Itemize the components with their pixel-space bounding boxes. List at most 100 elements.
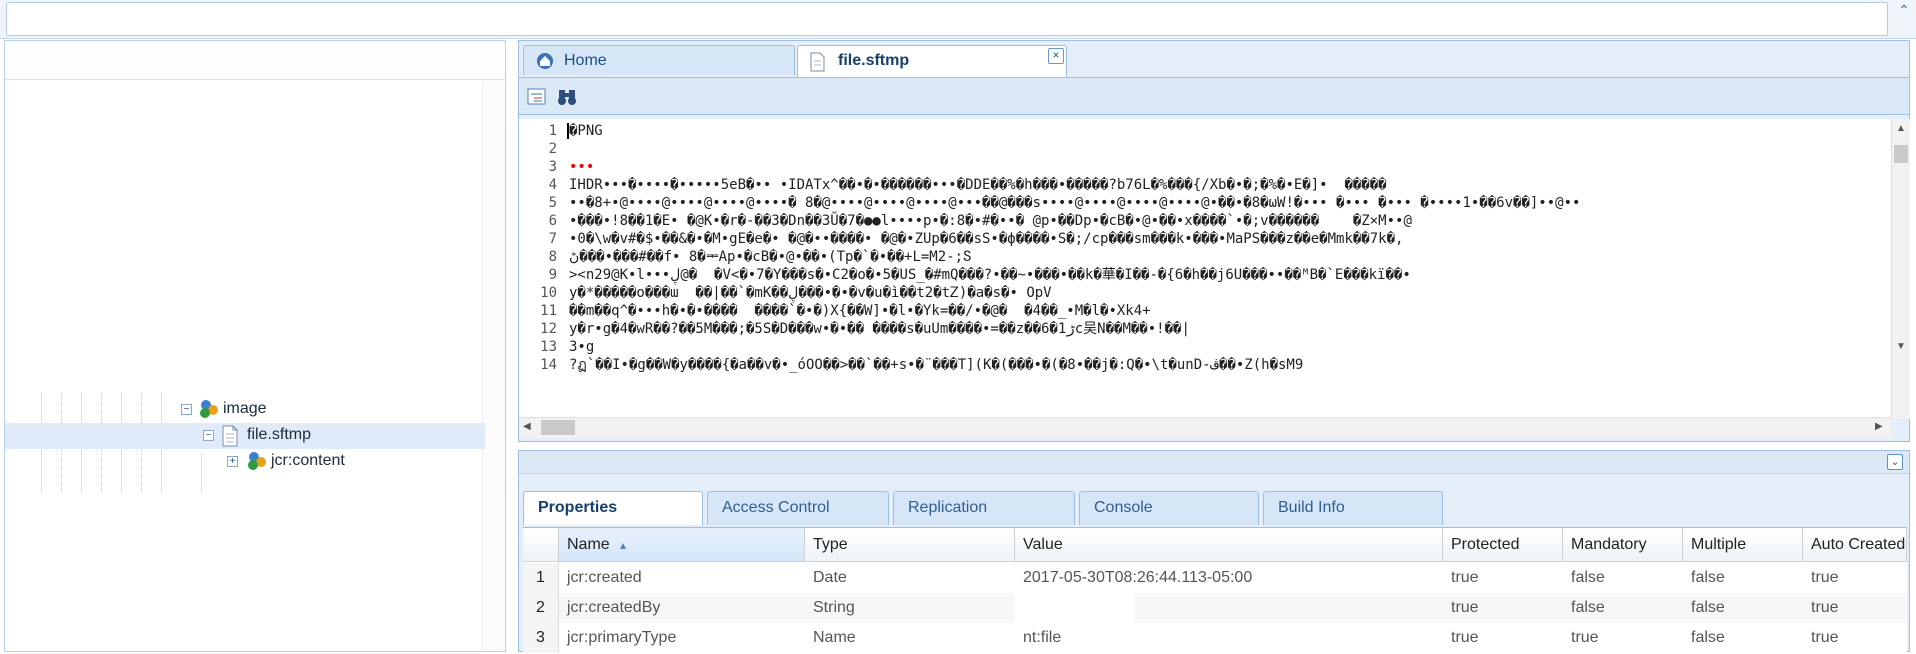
cell-protected: true (1443, 623, 1563, 653)
cell-mandatory: true (1563, 623, 1683, 653)
line-number: 7 (519, 231, 557, 247)
scroll-down-arrow-icon[interactable]: ▼ (1896, 341, 1906, 352)
code-line: ><n29@K•l•••ڸ@� �V<�•7�Y���s�•C2�o�•5… (569, 267, 1411, 283)
tree-node-jcr-content[interactable]: + jcr:content (5, 449, 485, 475)
line-number: 9 (519, 267, 557, 283)
row-number-header (523, 528, 559, 562)
cell-multiple: false (1683, 563, 1803, 593)
tab-label: file.sftmp (838, 52, 909, 70)
properties-panel: ⌄ Properties Access Control Replication … (518, 450, 1910, 652)
code-horizontal-scrollbar[interactable]: ◀ ▶ (519, 417, 1891, 438)
column-header-label: Name (567, 536, 610, 553)
column-header-type[interactable]: Type (805, 528, 1015, 562)
column-header-protected[interactable]: Protected (1443, 528, 1563, 562)
node-folder-icon (245, 450, 269, 472)
row-number: 3 (523, 623, 559, 653)
code-line: 3•g (569, 339, 594, 355)
top-bar: ⌃ (0, 0, 1916, 39)
tab-build-info[interactable]: Build Info (1263, 491, 1443, 525)
line-number: 1 (519, 123, 557, 139)
tab-console[interactable]: Console (1079, 491, 1259, 525)
tab-home[interactable]: Home (523, 45, 795, 75)
line-number: 3 (519, 159, 557, 175)
binoculars-icon (556, 87, 578, 107)
tree-node-label: file.sftmp (247, 426, 311, 444)
code-line: IHDR•••�••••�•••••5eB�•• •IDATx^��•�•���… (569, 177, 1387, 193)
tab-file[interactable]: file.sftmp × (797, 45, 1067, 77)
scroll-left-arrow-icon[interactable]: ◀ (523, 421, 531, 432)
line-number: 13 (519, 339, 557, 355)
tree-scrollbar[interactable] (482, 81, 505, 651)
file-icon (221, 425, 239, 447)
line-number: 12 (519, 321, 557, 337)
column-header-mandatory[interactable]: Mandatory (1563, 528, 1683, 562)
line-number: 10 (519, 285, 557, 301)
collapse-panel-icon[interactable]: ⌄ (1887, 454, 1903, 470)
column-header-name[interactable]: Name ▲ (559, 528, 805, 562)
tab-properties[interactable]: Properties (523, 491, 703, 525)
properties-header: ⌄ (519, 451, 1909, 474)
code-vertical-scrollbar[interactable]: ▲ ▼ (1891, 119, 1910, 419)
column-header-multiple[interactable]: Multiple (1683, 528, 1803, 562)
line-number-gutter: 1 2 3 4 5 6 7 8 9 10 11 12 13 14 (519, 119, 561, 419)
table-row[interactable]: 1 jcr:created Date 2017-05-30T08:26:44.1… (523, 563, 1907, 593)
scroll-up-arrow-icon[interactable]: ▲ (1896, 123, 1906, 134)
scroll-right-arrow-icon[interactable]: ▶ (1875, 421, 1883, 432)
line-number: 6 (519, 213, 557, 229)
address-input[interactable] (6, 2, 1888, 36)
code-line: y�*�����o���ɯ ��|��`�mK��ڸ���•�•�v�u�ì… (569, 285, 1052, 301)
line-number: 2 (519, 141, 557, 157)
value-field[interactable] (1015, 593, 1135, 623)
table-row[interactable]: 3 jcr:primaryType Name nt:file true true… (523, 623, 1907, 653)
cell-auto-created: true (1803, 563, 1907, 593)
scroll-thumb[interactable] (1894, 145, 1908, 163)
table-row[interactable]: 2 jcr:createdBy String true false false … (523, 593, 1907, 623)
line-number: 14 (519, 357, 557, 373)
tree-header (5, 41, 505, 80)
tree-node-label: image (223, 400, 267, 418)
code-line: �PNG (569, 123, 603, 139)
home-icon (536, 52, 554, 70)
code-line: ��m��q^�•••h�•�•���� ����`�•�)X{��W]•�l… (569, 303, 1151, 319)
cell-mandatory: false (1563, 593, 1683, 623)
expand-toggle[interactable]: + (227, 456, 238, 467)
column-header-value[interactable]: Value (1015, 528, 1443, 562)
cell-auto-created: true (1803, 593, 1907, 623)
repository-tree-panel: − image − file.sftmp + jcr:content (4, 40, 506, 652)
close-icon[interactable]: × (1048, 48, 1064, 64)
cell-mandatory: false (1563, 563, 1683, 593)
tab-access-control[interactable]: Access Control (707, 491, 889, 525)
find-button[interactable] (555, 86, 579, 108)
outline-icon (526, 87, 548, 107)
cell-protected: true (1443, 593, 1563, 623)
collapse-toggle[interactable]: − (203, 430, 214, 441)
cell-name: jcr:created (559, 563, 805, 593)
cell-protected: true (1443, 563, 1563, 593)
code-line: •���•!8��1�E• �@K•�r�-��3�Dn��3Ŭ�7�●●l••… (569, 213, 1412, 229)
code-line: ?ฏ`��I•�g��W�y����{�a��v�•_óΟO��>… (569, 357, 1303, 373)
cell-multiple: false (1683, 623, 1803, 653)
cell-type: Name (805, 623, 1015, 653)
properties-table: Name ▲ Type Value Protected Mandatory Mu… (523, 527, 1907, 654)
tree-node-image[interactable]: − image (5, 397, 485, 423)
editor-panel: Home file.sftmp × 1 2 3 4 5 6 7 8 9 10 1… (518, 40, 1910, 442)
cell-auto-created: true (1803, 623, 1907, 653)
scroll-up-icon[interactable]: ⌃ (1896, 2, 1912, 22)
code-line: •0�\w�v#�$•��&�•�M•gE�e�• �@�••����• �@�… (569, 231, 1403, 247)
outline-button[interactable] (525, 86, 549, 108)
code-editor[interactable]: 1 2 3 4 5 6 7 8 9 10 11 12 13 14 �PNG  … (519, 119, 1891, 419)
line-number: 4 (519, 177, 557, 193)
tree-node-label: jcr:content (271, 452, 345, 470)
column-header-auto-created[interactable]: Auto Created (1803, 528, 1907, 562)
cell-name: jcr:createdBy (559, 593, 805, 623)
scroll-thumb[interactable] (541, 420, 575, 435)
tree-node-file[interactable]: − file.sftmp (5, 423, 485, 449)
tab-replication[interactable]: Replication (893, 491, 1075, 525)
code-line: y�r•g�4�wR��?��5M���;�5S�D���w•�•�� ����… (569, 321, 1190, 337)
collapse-toggle[interactable]: − (181, 404, 192, 415)
editor-toolbar (519, 77, 1909, 115)
code-line: ڻ���•���#��f• 8�ᆍAp•�cB�•@•��•(Tp�`�•��+… (569, 249, 971, 265)
row-number: 2 (523, 593, 559, 623)
cell-value: nt:file (1015, 623, 1443, 653)
cell-type: String (805, 593, 1015, 623)
